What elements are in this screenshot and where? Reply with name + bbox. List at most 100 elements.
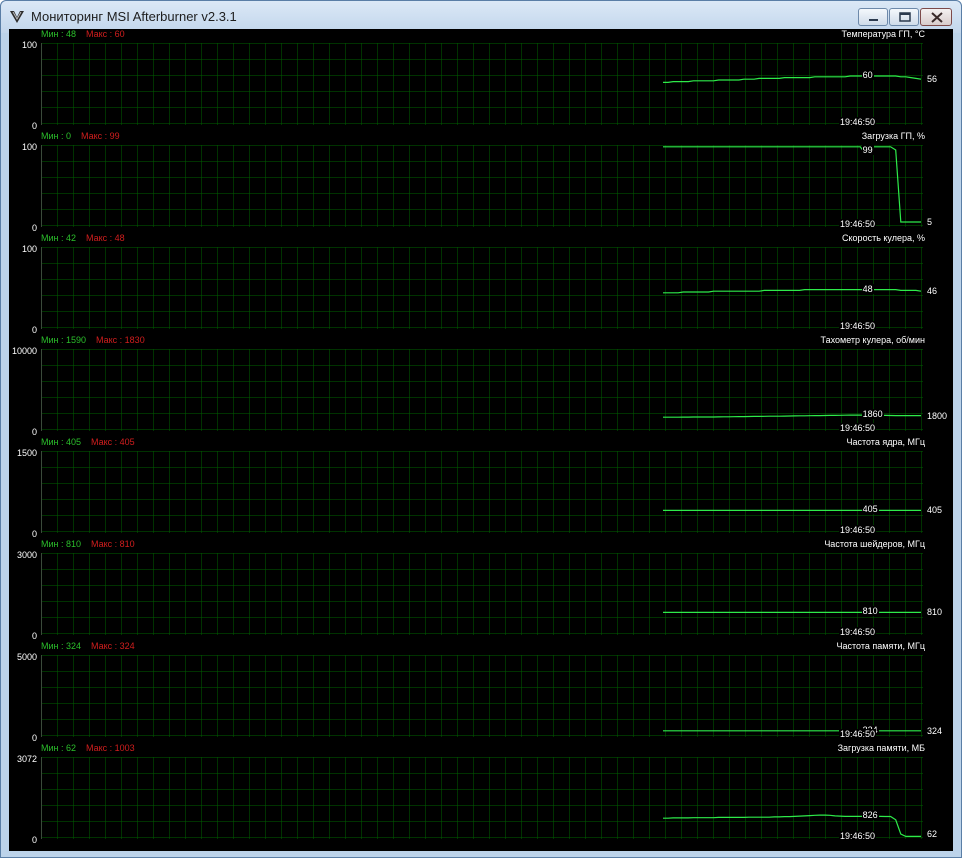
y-axis-min: 0 [31, 835, 37, 845]
graph-panel[interactable]: Мин : 0 Макс : 99 Загрузка ГП, % 100 0 99 19:4… [9, 131, 953, 233]
max-value: Макс : 810 [91, 539, 135, 549]
min-max-label: Мин : 324 Макс : 324 [41, 641, 135, 651]
graph-trace [663, 414, 921, 418]
cursor-value: 405 [861, 504, 879, 515]
cursor-timestamp: 19:46:50 [839, 219, 877, 229]
graph-panel[interactable]: Мин : 48 Макс : 60 Температура ГП, °C 100 0 6… [9, 29, 953, 131]
min-max-label: Мин : 62 Макс : 1003 [41, 743, 135, 753]
y-axis-min: 0 [31, 121, 37, 131]
minimize-icon [869, 19, 878, 21]
min-value: Мин : 0 [41, 131, 72, 141]
graph-line [663, 814, 921, 838]
afterburner-logo-icon [10, 11, 24, 23]
graph-panel[interactable]: Мин : 810 Макс : 810 Частота шейдеров, МГц… [9, 539, 953, 641]
graph-title: Загрузка памяти, МБ [837, 743, 925, 753]
graph-line [663, 75, 922, 84]
graph-title: Тахометр кулера, об/мин [820, 335, 925, 345]
cursor-timestamp: 19:46:50 [839, 729, 877, 739]
cursor-value: 48 [861, 283, 874, 294]
min-value: Мин : 48 [41, 29, 77, 39]
current-value: 5 [927, 217, 933, 227]
y-axis-min: 0 [31, 733, 37, 743]
max-value: Макс : 99 [81, 131, 120, 141]
min-value: Мин : 62 [41, 743, 77, 753]
min-max-label: Мин : 810 Макс : 810 [41, 539, 135, 549]
graph-trace [663, 611, 921, 614]
graph-trace [663, 730, 921, 732]
y-axis-max: 100 [21, 40, 37, 50]
cursor-value: 1860 [861, 409, 884, 420]
afterburner-monitor-window: Мониторинг MSI Afterburner v2.3.1 Мин : … [0, 0, 962, 858]
y-axis-max: 1500 [16, 448, 37, 458]
graph-panel[interactable]: Мин : 42 Макс : 48 Скорость кулера, % 100 0 4… [9, 233, 953, 335]
graph-title: Скорость кулера, % [842, 233, 925, 243]
current-value: 405 [927, 505, 943, 516]
cursor-timestamp: 19:46:50 [839, 423, 877, 433]
y-axis-max: 5000 [16, 652, 37, 662]
cursor-value: 99 [861, 145, 874, 155]
window-title: Мониторинг MSI Afterburner v2.3.1 [31, 9, 237, 24]
min-value: Мин : 1590 [41, 335, 87, 345]
y-axis-max: 100 [21, 142, 37, 152]
monitoring-graphs-area[interactable]: Мин : 48 Макс : 60 Температура ГП, °C 100 0 6… [9, 29, 953, 851]
graph-title: Частота ядра, МГц [846, 437, 925, 447]
current-value: 324 [927, 725, 943, 736]
cursor-timestamp: 19:46:50 [839, 321, 877, 331]
graph-line [663, 288, 922, 294]
y-axis-min: 0 [31, 529, 37, 539]
maximize-button[interactable] [889, 8, 919, 26]
min-max-label: Мин : 405 Макс : 405 [41, 437, 135, 447]
min-value: Мин : 810 [41, 539, 82, 549]
minimize-button[interactable] [858, 8, 888, 26]
graph-panel[interactable]: Мин : 405 Макс : 405 Частота ядра, МГц 1500… [9, 437, 953, 539]
min-value: Мин : 324 [41, 641, 82, 651]
graph-trace [663, 814, 921, 838]
current-value: 56 [927, 74, 938, 85]
cursor-timestamp: 19:46:50 [839, 831, 877, 841]
graph-title: Температура ГП, °C [841, 29, 925, 39]
y-axis-min: 0 [31, 223, 37, 233]
cursor-timestamp: 19:46:50 [839, 117, 877, 127]
current-value: 62 [927, 829, 938, 839]
graph-trace [663, 146, 921, 223]
min-max-label: Мин : 1590 Макс : 1830 [41, 335, 145, 345]
min-max-label: Мин : 0 Макс : 99 [41, 131, 120, 141]
graph-panel[interactable]: Мин : 62 Макс : 1003 Загрузка памяти, МБ 30… [9, 743, 953, 845]
close-icon [931, 12, 943, 23]
min-max-label: Мин : 42 Макс : 48 [41, 233, 125, 243]
max-value: Макс : 60 [86, 29, 125, 39]
max-value: Макс : 405 [91, 437, 135, 447]
min-max-label: Мин : 48 Макс : 60 [41, 29, 125, 39]
graph-title: Загрузка ГП, % [861, 131, 925, 141]
close-button[interactable] [920, 8, 952, 26]
y-axis-min: 0 [31, 325, 37, 335]
y-axis-max: 3072 [16, 754, 37, 764]
y-axis-max: 3000 [16, 550, 37, 560]
graph-trace [663, 75, 922, 84]
cursor-timestamp: 19:46:50 [839, 525, 877, 535]
graph-panel[interactable]: Мин : 324 Макс : 324 Частота памяти, МГц 50… [9, 641, 953, 743]
max-value: Макс : 1830 [96, 335, 145, 345]
graph-line [663, 146, 921, 223]
y-axis-max: 10000 [11, 346, 37, 356]
maximize-icon [899, 12, 911, 22]
y-axis-min: 0 [31, 427, 37, 437]
current-value: 810 [927, 607, 943, 618]
cursor-timestamp: 19:46:50 [839, 627, 877, 637]
cursor-value: 810 [861, 606, 879, 617]
graph-trace [663, 288, 922, 294]
min-value: Мин : 405 [41, 437, 82, 447]
graph-title: Частота памяти, МГц [836, 641, 925, 651]
graph-title: Частота шейдеров, МГц [824, 539, 925, 549]
max-value: Макс : 1003 [86, 743, 135, 753]
max-value: Макс : 48 [86, 233, 125, 243]
current-value: 1800 [927, 410, 948, 421]
graph-trace [663, 509, 921, 512]
max-value: Макс : 324 [91, 641, 135, 651]
min-value: Мин : 42 [41, 233, 77, 243]
current-value: 46 [927, 286, 938, 297]
cursor-value: 60 [861, 70, 874, 80]
graph-panel[interactable]: Мин : 1590 Макс : 1830 Тахометр кулера, об… [9, 335, 953, 437]
y-axis-min: 0 [31, 631, 37, 641]
y-axis-max: 100 [21, 244, 37, 254]
